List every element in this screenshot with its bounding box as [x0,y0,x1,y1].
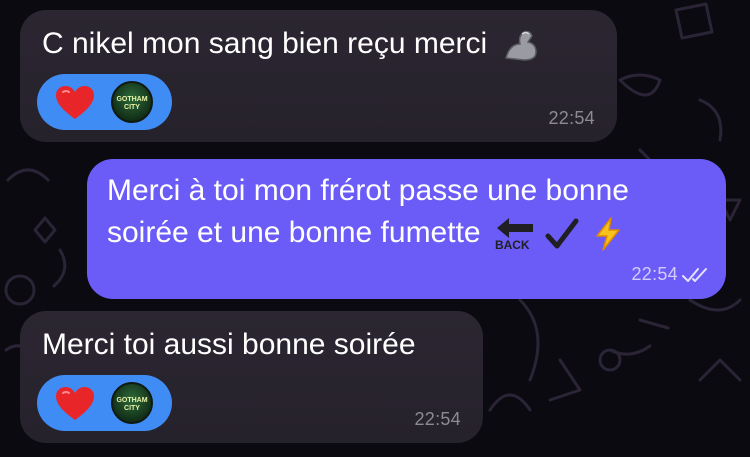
heart-icon [56,86,94,119]
check-mark-icon [545,218,579,249]
message-text: C nikel mon sang bien reçu merci [42,24,540,64]
flexed-biceps-icon [504,30,537,61]
message-text: Merci toi aussi bonne soirée [42,328,416,361]
back-label: BACK [494,238,530,253]
message-bubble-incoming[interactable]: C nikel mon sang bien reçu merci GOTHAM … [20,10,617,142]
message-line-1: Merci à toi mon frérot passe une bonne [107,174,629,207]
back-arrow-icon: BACK [493,215,537,253]
reaction-avatar: GOTHAM CITY [111,382,153,424]
message-bubble-incoming[interactable]: Merci toi aussi bonne soirée GOTHAM CITY… [20,311,483,443]
reaction-pill[interactable]: GOTHAM CITY [37,74,172,130]
reaction-pill[interactable]: GOTHAM CITY [37,375,172,431]
avatar-logo-text: GOTHAM CITY [116,96,148,111]
message-line-2: soirée et une bonne fumette BACK [107,213,622,253]
message-time: 22:54 [631,264,678,284]
message-bubble-outgoing[interactable]: Merci à toi mon frérot passe une bonne s… [87,159,726,299]
avatar-logo-text: GOTHAM CITY [116,397,148,412]
message-time: 22:54 [414,409,461,429]
reaction-avatar: GOTHAM CITY [111,81,153,123]
message-time: 22:54 [548,108,595,128]
lightning-icon [595,217,620,251]
message-text-content: soirée et une bonne fumette [107,216,481,249]
heart-icon [56,387,94,420]
message-text-content: C nikel mon sang bien reçu merci [42,27,488,60]
double-check-read-icon [682,268,707,282]
